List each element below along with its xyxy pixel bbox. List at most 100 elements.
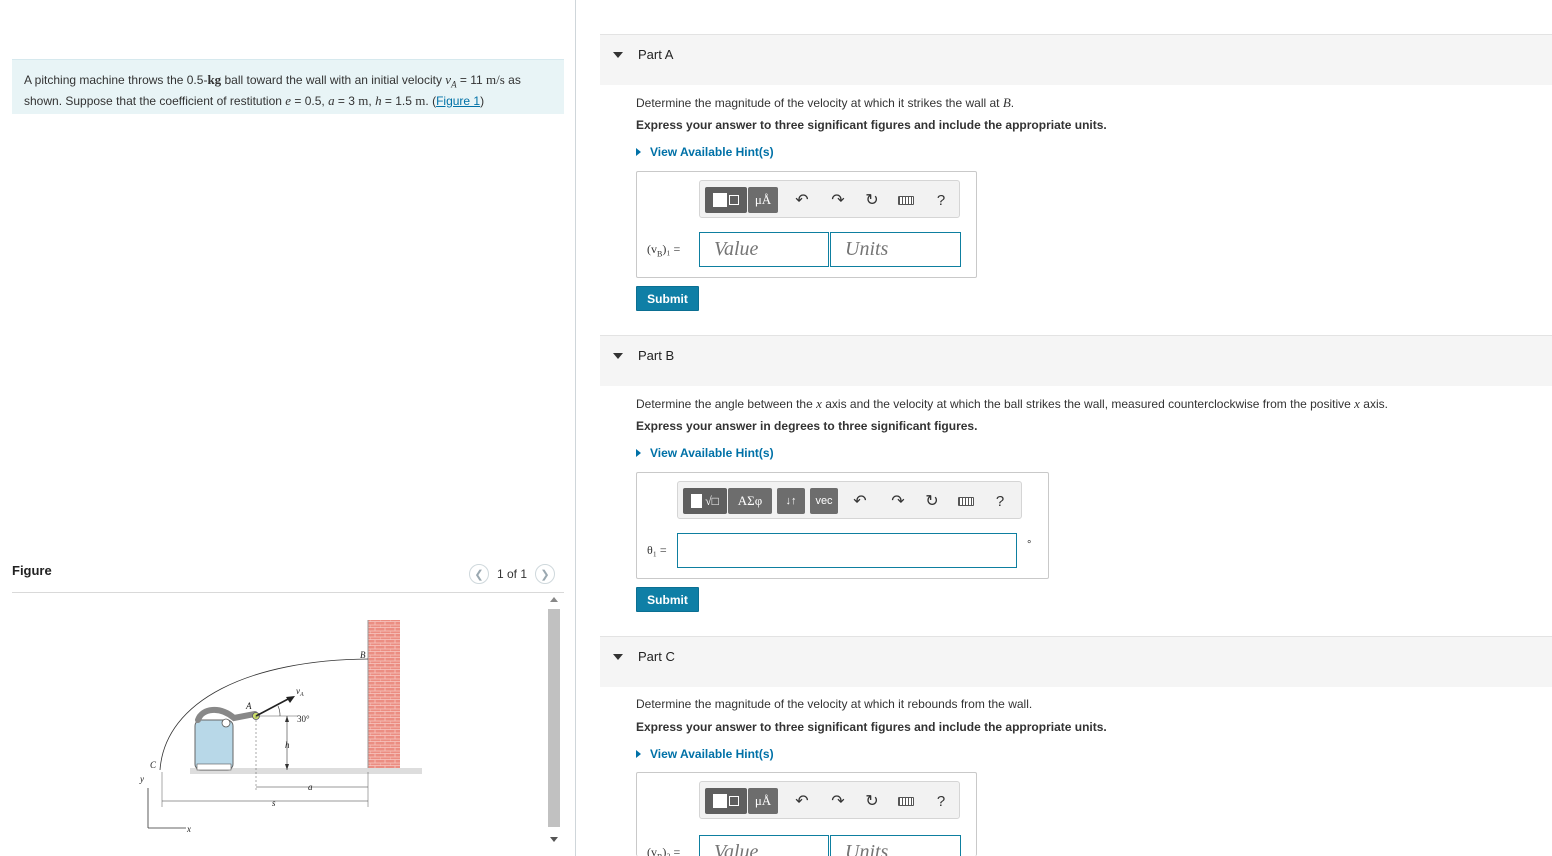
part-a-hint-link[interactable]: View Available Hint(s)	[636, 145, 774, 159]
problem-unit: m/s	[486, 72, 505, 87]
part-a-units-input[interactable]	[830, 232, 961, 267]
arrows-icon[interactable]: ↓↑	[777, 488, 805, 514]
part-a-label: Part A	[638, 47, 674, 62]
caret-down-icon[interactable]	[613, 353, 623, 359]
keyboard-icon[interactable]	[957, 492, 975, 510]
part-c-instruction: Express your answer to three significant…	[636, 720, 1107, 734]
part-b-question: Determine the angle between the x axis a…	[636, 396, 1388, 411]
problem-text: = 11	[456, 73, 487, 87]
problem-unit: m	[358, 92, 369, 108]
part-a-submit-button[interactable]: Submit	[636, 286, 699, 311]
undo-icon[interactable]: ↶	[793, 792, 811, 810]
keyboard-icon[interactable]	[897, 191, 915, 209]
part-b-answer-box: √□ ΑΣφ ↓↑ vec ↶ ↷ ↻ ? θ₁ = °	[636, 472, 1049, 579]
figure-diagram: B A vA 30° h C a s y x	[139, 620, 422, 834]
problem-text: = 0.5,	[291, 93, 329, 108]
label-B: B	[360, 650, 366, 660]
greek-icon[interactable]: ΑΣφ	[728, 488, 772, 514]
reset-icon[interactable]: ↻	[863, 191, 881, 209]
part-a-instruction: Express your answer to three significant…	[636, 118, 1107, 132]
degree-unit: °	[1027, 539, 1032, 551]
label-a: a	[308, 782, 313, 792]
label-s: s	[272, 798, 276, 808]
problem-text: as	[504, 73, 521, 87]
caret-down-icon[interactable]	[613, 654, 623, 660]
help-icon[interactable]: ?	[932, 792, 950, 810]
undo-icon[interactable]: ↶	[851, 492, 869, 510]
problem-unit: kg	[207, 72, 222, 87]
problem-text: . (	[425, 93, 437, 108]
problem-statement: A pitching machine throws the 0.5-kg bal…	[12, 59, 564, 114]
templates-icon[interactable]	[705, 187, 747, 213]
part-c-hint-link[interactable]: View Available Hint(s)	[636, 747, 774, 761]
figure-link[interactable]: Figure 1	[436, 94, 480, 108]
chevron-right-icon[interactable]: ❯	[535, 564, 556, 584]
figure-pager: ❮ 1 of 1 ❯	[469, 563, 556, 585]
problem-text: = 3	[334, 93, 359, 108]
scroll-down-icon[interactable]	[550, 837, 558, 842]
redo-icon[interactable]: ↷	[889, 492, 907, 510]
part-b-angle-input[interactable]	[677, 533, 1017, 568]
problem-pane: A pitching machine throws the 0.5-kg bal…	[0, 0, 575, 856]
problem-text: shown. Suppose that the coefficient of r…	[24, 93, 286, 108]
part-c-header[interactable]: Part C	[600, 636, 1552, 687]
label-vA: vA	[296, 686, 304, 698]
label-angle: 30°	[297, 714, 310, 724]
templates-icon[interactable]	[705, 788, 747, 814]
trajectory-path	[159, 658, 369, 771]
app: A pitching machine throws the 0.5-kg bal…	[0, 0, 1552, 856]
keyboard-icon[interactable]	[897, 792, 915, 810]
undo-icon[interactable]: ↶	[793, 191, 811, 209]
redo-icon[interactable]: ↷	[829, 191, 847, 209]
scroll-thumb[interactable]	[548, 609, 560, 827]
part-c-units-input[interactable]	[830, 835, 961, 856]
units-icon[interactable]: μÅ	[748, 187, 778, 213]
part-b-submit-button[interactable]: Submit	[636, 587, 699, 612]
part-b-instruction: Express your answer in degrees to three …	[636, 419, 978, 433]
part-c-answer-box: μÅ ↶ ↷ ↻ ? (vB)₂ =	[636, 772, 977, 856]
part-a-value-input[interactable]	[699, 232, 829, 267]
templates-icon[interactable]: √□	[683, 488, 727, 514]
part-c-label: Part C	[638, 649, 675, 664]
part-b-label: Part B	[638, 348, 675, 363]
problem-unit: m	[415, 92, 426, 108]
part-c-answer-label: (vB)₂ =	[647, 845, 681, 856]
label-A: A	[245, 701, 252, 711]
problem-text: ball toward the wall with an initial vel…	[221, 73, 446, 87]
figure-counter: 1 of 1	[497, 567, 528, 581]
pitching-machine	[194, 719, 234, 771]
redo-icon[interactable]: ↷	[829, 792, 847, 810]
part-b-hint-link[interactable]: View Available Hint(s)	[636, 446, 774, 460]
label-C: C	[150, 760, 157, 770]
part-c-toolbar: μÅ ↶ ↷ ↻ ?	[699, 781, 960, 819]
figure-divider	[12, 592, 564, 593]
part-a-toolbar: μÅ ↶ ↷ ↻ ?	[699, 180, 960, 218]
scroll-up-icon[interactable]	[550, 597, 558, 602]
part-a-question: Determine the magnitude of the velocity …	[636, 95, 1015, 110]
part-c-value-input[interactable]	[699, 835, 829, 856]
units-icon[interactable]: μÅ	[748, 788, 778, 814]
reset-icon[interactable]: ↻	[923, 492, 941, 510]
caret-down-icon[interactable]	[613, 52, 623, 58]
caret-right-icon	[636, 750, 641, 758]
vec-icon[interactable]: vec	[810, 488, 838, 514]
reset-icon[interactable]: ↻	[863, 792, 881, 810]
part-b-header[interactable]: Part B	[600, 335, 1552, 386]
problem-text: = 1.5	[381, 93, 416, 108]
pane-divider[interactable]	[575, 0, 576, 856]
part-c-question: Determine the magnitude of the velocity …	[636, 697, 1033, 711]
caret-right-icon	[636, 449, 641, 457]
chevron-left-icon[interactable]: ❮	[469, 564, 489, 584]
help-icon[interactable]: ?	[932, 191, 950, 209]
problem-text: A pitching machine throws the 0.5-	[24, 73, 208, 87]
brick-wall	[368, 620, 400, 772]
part-a-header[interactable]: Part A	[600, 34, 1552, 85]
label-y: y	[139, 774, 144, 784]
help-icon[interactable]: ?	[991, 492, 1009, 510]
figure-scrollbar[interactable]	[546, 597, 562, 852]
problem-var-vA: vA	[445, 72, 457, 90]
problem-text: )	[480, 93, 485, 108]
part-a-answer-box: μÅ ↶ ↷ ↻ ? (vB)₁ =	[636, 171, 977, 278]
label-h: h	[285, 740, 290, 750]
figure-title: Figure	[12, 563, 52, 578]
